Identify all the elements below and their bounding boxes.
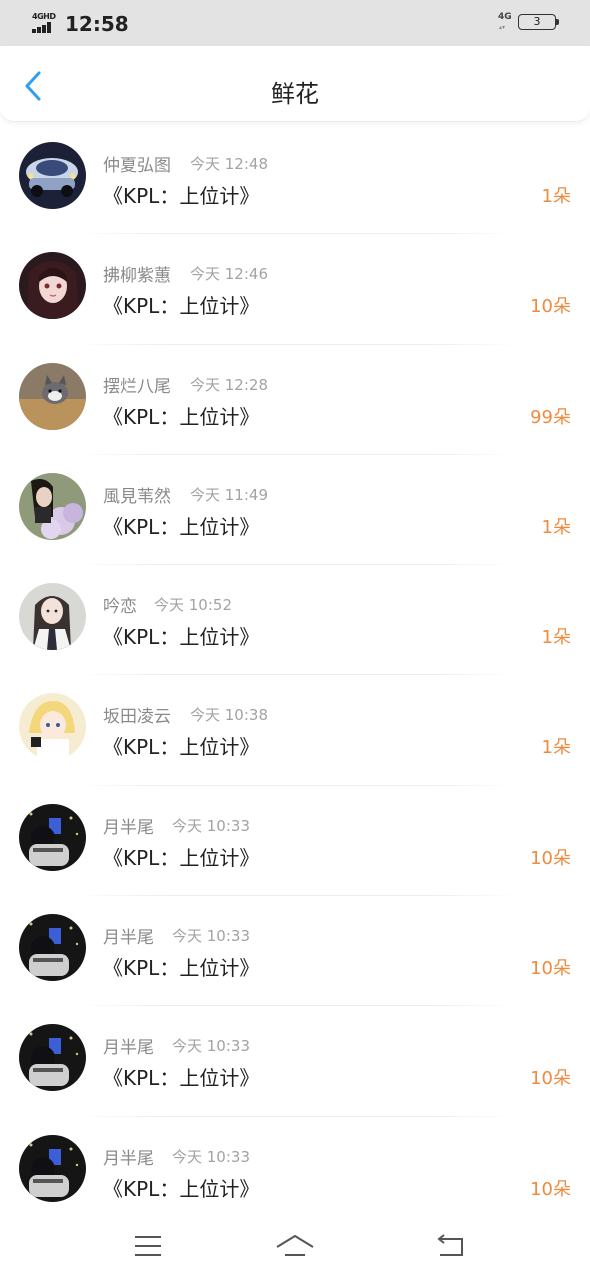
book-title: 《KPL：上位计》 (103, 404, 260, 429)
home-icon (276, 1235, 314, 1256)
list-item[interactable]: 月半尾 今天 10:33 《KPL：上位计》 10朵 (0, 896, 590, 1007)
car-avatar[interactable] (19, 142, 86, 209)
clock: 12:58 (65, 12, 129, 36)
gift-time: 今天 10:33 (172, 1147, 250, 1166)
battery-tip (556, 19, 559, 25)
status-right: 4G ▴▾ 3 (498, 12, 560, 34)
gift-time: 今天 10:52 (154, 596, 232, 615)
network-right: 4G (498, 12, 512, 22)
battery-icon: 3 (518, 14, 556, 30)
page-title: 鲜花 (271, 80, 319, 108)
user-name: 月半尾 (103, 928, 154, 949)
signal-icon (32, 22, 56, 33)
list-item[interactable]: 風見苇然 今天 11:49 《KPL：上位计》 1朵 (0, 455, 590, 566)
flower-count: 1朵 (541, 627, 571, 649)
night-avatar[interactable] (19, 1024, 86, 1092)
gift-time: 今天 12:48 (190, 155, 268, 173)
user-name: 月半尾 (103, 1038, 154, 1059)
night-avatar[interactable] (19, 803, 86, 871)
list-item[interactable]: 月半尾 今天 10:33 《KPL：上位计》 10朵 (0, 1006, 590, 1117)
book-title: 《KPL：上位计》 (103, 1176, 260, 1201)
status-bar: 4GHD 12:58 4G ▴▾ 3 (0, 0, 590, 46)
book-title: 《KPL：上位计》 (103, 294, 260, 319)
list-item[interactable]: 仲夏弘图 今天 12:48 《KPL：上位计》 1朵 (0, 124, 590, 235)
flower-count: 10朵 (530, 1068, 571, 1090)
cat-avatar[interactable] (19, 362, 86, 430)
return-icon (437, 1234, 463, 1256)
flower-count: 99朵 (530, 406, 571, 428)
gift-time: 今天 10:33 (172, 816, 250, 835)
flower-count: 10朵 (530, 847, 571, 869)
user-name: 摆烂八尾 (103, 376, 171, 397)
night-avatar[interactable] (19, 1134, 86, 1202)
menu-icon (135, 1236, 161, 1256)
list-item[interactable]: 月半尾 今天 10:33 《KPL：上位计》 10朵 (0, 786, 590, 897)
user-name: 拂柳紫蕙 (103, 266, 171, 287)
flower-count: 10朵 (530, 296, 571, 318)
flower-count: 10朵 (530, 958, 571, 980)
flowers-avatar[interactable] (19, 472, 86, 540)
flower-list: 仲夏弘图 今天 12:48 《KPL：上位计》 1朵 拂柳紫蕙 今天 12:46… (0, 124, 590, 1212)
list-item[interactable]: 吟恋 今天 10:52 《KPL：上位计》 1朵 (0, 565, 590, 676)
battery-level: 3 (533, 15, 541, 28)
portrait-avatar[interactable] (19, 583, 86, 651)
list-item[interactable]: 坂田凌云 今天 10:38 《KPL：上位计》 1朵 (0, 675, 590, 786)
book-title: 《KPL：上位计》 (103, 514, 260, 539)
flower-count: 1朵 (541, 737, 571, 759)
gift-time: 今天 10:38 (190, 706, 268, 725)
user-name: 月半尾 (103, 817, 154, 838)
gift-time: 今天 11:49 (190, 485, 268, 504)
system-nav-bar (0, 1212, 590, 1280)
flower-count: 1朵 (541, 516, 571, 538)
user-name: 仲夏弘图 (103, 156, 171, 176)
cartoon-avatar[interactable] (19, 693, 86, 761)
network-type: 4GHD (32, 12, 56, 21)
user-name: 吟恋 (103, 597, 137, 618)
book-title: 《KPL：上位计》 (103, 625, 260, 650)
nav-bar: 鲜花 (0, 46, 590, 122)
gift-time: 今天 10:33 (172, 927, 250, 946)
user-name: 月半尾 (103, 1148, 154, 1169)
anime-girl-avatar[interactable] (19, 252, 86, 320)
list-item[interactable]: 摆烂八尾 今天 12:28 《KPL：上位计》 99朵 (0, 345, 590, 455)
book-title: 《KPL：上位计》 (103, 184, 260, 208)
flower-count: 10朵 (530, 1178, 571, 1200)
gift-time: 今天 12:46 (190, 265, 268, 284)
user-name: 坂田凌云 (103, 707, 171, 728)
gift-time: 今天 12:28 (190, 375, 268, 394)
system-back-button[interactable] (430, 1230, 470, 1262)
night-avatar[interactable] (19, 914, 86, 982)
book-title: 《KPL：上位计》 (103, 735, 260, 760)
book-title: 《KPL：上位计》 (103, 956, 260, 981)
gift-time: 今天 10:33 (172, 1037, 250, 1056)
menu-button[interactable] (128, 1230, 168, 1262)
book-title: 《KPL：上位计》 (103, 1066, 260, 1091)
list-item[interactable]: 拂柳紫蕙 今天 12:46 《KPL：上位计》 10朵 (0, 234, 590, 345)
signal-arrows-icon: ▴▾ (499, 24, 506, 31)
book-title: 《KPL：上位计》 (103, 845, 260, 870)
user-name: 風見苇然 (103, 486, 171, 507)
list-item[interactable]: 月半尾 今天 10:33 《KPL：上位计》 10朵 (0, 1117, 590, 1212)
flower-count: 1朵 (541, 186, 571, 207)
home-button[interactable] (275, 1230, 315, 1262)
